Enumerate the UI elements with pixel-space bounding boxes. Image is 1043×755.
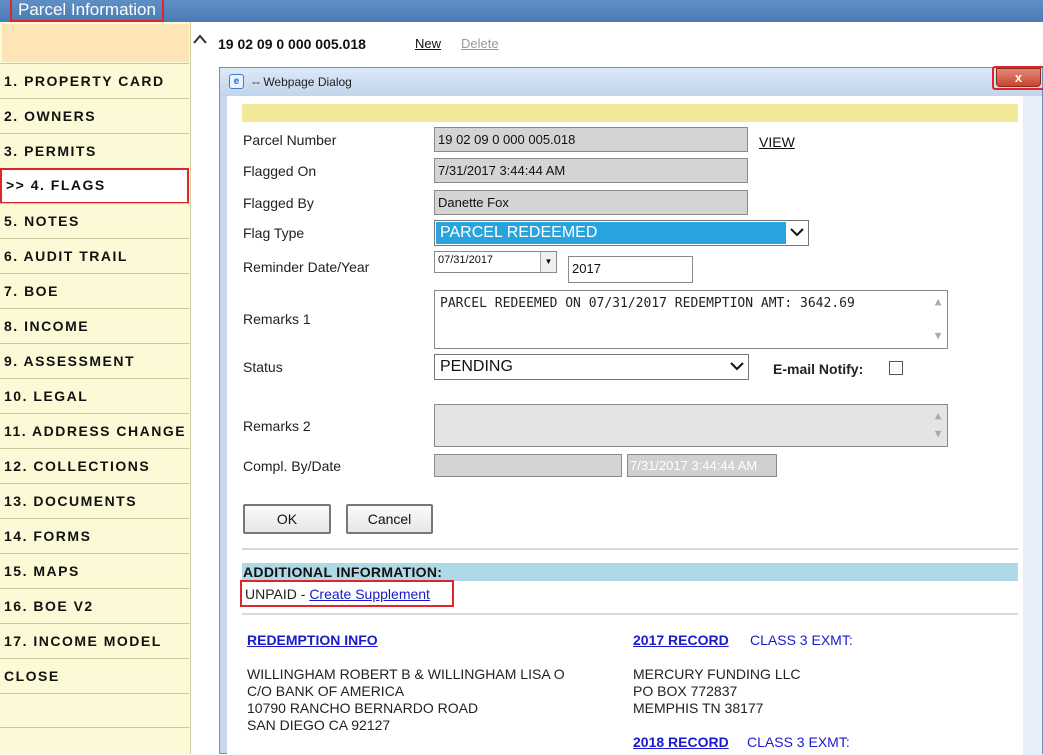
flagged-on-field: 7/31/2017 3:44:44 AM [434, 158, 748, 183]
unpaid-highlight: UNPAID - Create Supplement [240, 580, 454, 607]
chevron-down-icon [790, 228, 804, 237]
record-2017-line: MEMPHIS TN 38177 [633, 700, 764, 716]
reminder-label: Reminder Date/Year [243, 259, 370, 275]
divider [242, 548, 1018, 550]
redemption-line: WILLINGHAM ROBERT B & WILLINGHAM LISA O [247, 666, 565, 682]
webpage-dialog: e -- Webpage Dialog x Parcel Number 19 0… [219, 66, 1043, 755]
chevron-down-icon [730, 362, 744, 371]
nav-item-boe[interactable]: 7. BOE [0, 273, 189, 308]
nav-item-boe-v2[interactable]: 16. BOE V2 [0, 588, 189, 623]
nav-item-collections[interactable]: 12. COLLECTIONS [0, 448, 189, 483]
nav-item-audit-trail[interactable]: 6. AUDIT TRAIL [0, 238, 189, 273]
redemption-info-link[interactable]: REDEMPTION INFO [247, 632, 378, 648]
record-2018-note: CLASS 3 EXMT: [747, 734, 850, 750]
nav-item-owners[interactable]: 2. OWNERS [0, 98, 189, 133]
nav-item-property-card[interactable]: 1. PROPERTY CARD [0, 63, 189, 98]
compl-by-field [434, 454, 622, 477]
reminder-date-input[interactable]: 07/31/2017 ▼ [434, 251, 557, 273]
view-link[interactable]: VIEW [759, 134, 795, 150]
unpaid-line: UNPAID - Create Supplement [245, 586, 430, 602]
nav-item-address-change[interactable]: 11. ADDRESS CHANGE [0, 413, 189, 448]
dialog-body: Parcel Number 19 02 09 0 000 005.018 VIE… [227, 96, 1023, 755]
parcel-id: 19 02 09 0 000 005.018 [218, 36, 366, 52]
header-band [242, 104, 1018, 122]
nav-item-documents[interactable]: 13. DOCUMENTS [0, 483, 189, 518]
unpaid-prefix: UNPAID - [245, 586, 310, 602]
app-title: Parcel Information [10, 0, 164, 22]
sidebar-nav: 1. PROPERTY CARD 2. OWNERS 3. PERMITS >>… [0, 22, 191, 754]
nav-item-maps[interactable]: 15. MAPS [0, 553, 189, 588]
dialog-title: -- Webpage Dialog [252, 75, 352, 89]
reminder-date-value: 07/31/2017 [438, 254, 494, 266]
remarks2-textarea[interactable]: ▲ ▼ [434, 404, 948, 447]
compl-date-field: 7/31/2017 3:44:44 AM [627, 454, 777, 477]
close-button[interactable]: x [996, 68, 1041, 87]
remarks2-label: Remarks 2 [243, 418, 311, 434]
flag-type-label: Flag Type [243, 225, 305, 241]
app-title-bar: Parcel Information [0, 0, 1043, 22]
nav-item-forms[interactable]: 14. FORMS [0, 518, 189, 553]
record-2017-line: PO BOX 772837 [633, 683, 738, 699]
redemption-line: C/O BANK OF AMERICA [247, 683, 405, 699]
flagged-by-field: Danette Fox [434, 190, 748, 215]
nav-item-assessment[interactable]: 9. ASSESSMENT [0, 343, 189, 378]
record-2018-link[interactable]: 2018 RECORD [633, 734, 729, 750]
collapse-gutter[interactable] [191, 22, 215, 754]
nav-item-income[interactable]: 8. INCOME [0, 308, 189, 343]
nav-item-close[interactable]: CLOSE [0, 658, 189, 693]
nav-item-income-model[interactable]: 17. INCOME MODEL [0, 623, 189, 658]
redemption-line: SAN DIEGO CA 92127 [247, 717, 391, 733]
redemption-line: 10790 RANCHO BERNARDO ROAD [247, 700, 479, 716]
remarks1-label: Remarks 1 [243, 311, 311, 327]
dialog-scrollbar[interactable] [1023, 96, 1042, 755]
flagged-by-label: Flagged By [243, 195, 314, 211]
record-2017-line: MERCURY FUNDING LLC [633, 666, 801, 682]
nav-item-legal[interactable]: 10. LEGAL [0, 378, 189, 413]
divider [242, 613, 1018, 615]
nav-header [2, 24, 189, 62]
nav-item-flags[interactable]: >> 4. FLAGS [0, 168, 189, 204]
additional-info-heading: ADDITIONAL INFORMATION: [242, 563, 1018, 581]
flag-type-select[interactable]: PARCEL REDEEMED [434, 220, 809, 246]
create-supplement-link[interactable]: Create Supplement [309, 586, 430, 602]
ok-button[interactable]: OK [243, 504, 331, 534]
dialog-titlebar: e -- Webpage Dialog x [220, 66, 1043, 96]
reminder-year-input[interactable]: 2017 [568, 256, 693, 283]
scroll-up-icon[interactable]: ▲ [931, 293, 945, 311]
remarks1-value: PARCEL REDEEMED ON 07/31/2017 REDEMPTION… [440, 296, 855, 311]
flagged-on-label: Flagged On [243, 163, 317, 179]
new-link[interactable]: New [415, 36, 441, 51]
cancel-button[interactable]: Cancel [346, 504, 433, 534]
scroll-down-icon[interactable]: ▼ [931, 425, 945, 443]
delete-link[interactable]: Delete [461, 36, 499, 51]
chevron-up-icon[interactable] [193, 34, 207, 44]
ie-icon: e [229, 74, 244, 89]
nav-item-permits[interactable]: 3. PERMITS [0, 133, 189, 168]
email-notify-label: E-mail Notify: [773, 361, 864, 377]
remarks1-textarea[interactable]: PARCEL REDEEMED ON 07/31/2017 REDEMPTION… [434, 290, 948, 349]
record-2017-link[interactable]: 2017 RECORD [633, 632, 729, 648]
date-dropdown-icon[interactable]: ▼ [540, 252, 556, 272]
email-notify-checkbox[interactable] [889, 361, 903, 375]
flag-type-value: PARCEL REDEEMED [436, 222, 786, 244]
parcel-number-label: Parcel Number [243, 132, 337, 148]
status-label: Status [243, 359, 283, 375]
status-value: PENDING [440, 358, 513, 375]
nav-filler [0, 693, 189, 728]
scroll-up-icon[interactable]: ▲ [931, 407, 945, 425]
nav-item-notes[interactable]: 5. NOTES [0, 203, 189, 238]
record-2017-note: CLASS 3 EXMT: [750, 632, 853, 648]
scroll-down-icon[interactable]: ▼ [931, 327, 945, 345]
parcel-number-field: 19 02 09 0 000 005.018 [434, 127, 748, 152]
status-select[interactable]: PENDING [434, 354, 749, 380]
compl-label: Compl. By/Date [243, 458, 342, 474]
